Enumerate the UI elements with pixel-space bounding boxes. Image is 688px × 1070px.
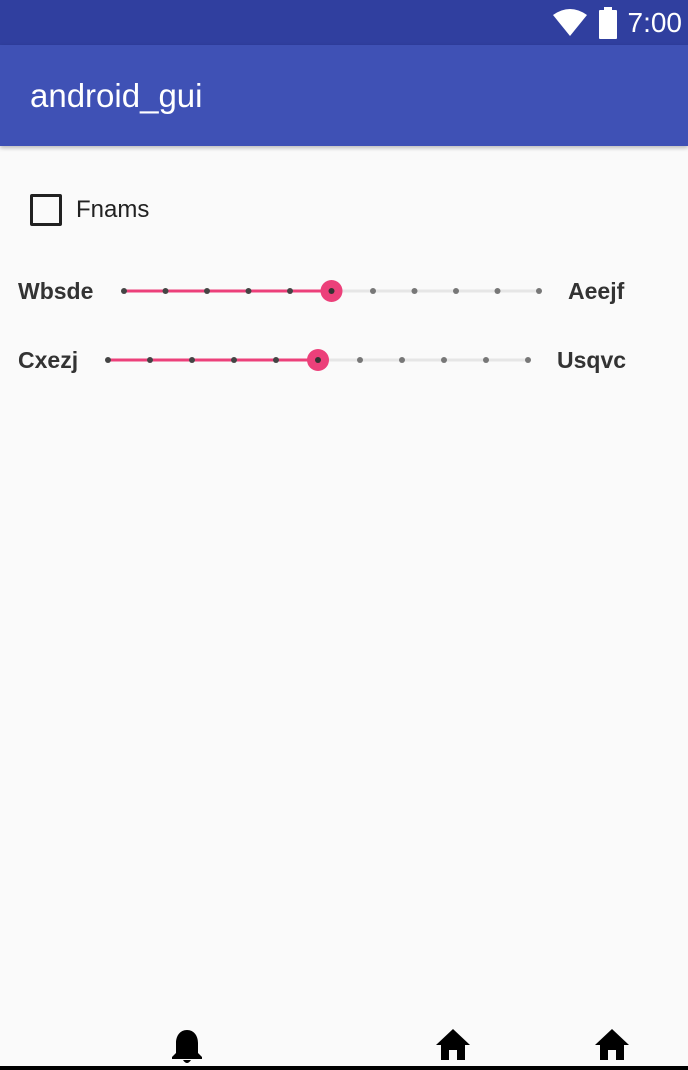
checkbox-box[interactable] [30, 194, 62, 226]
slider-min-label: Wbsde [18, 278, 94, 304]
app-title: android_gui [30, 77, 203, 114]
checkbox-label: Fnams [76, 196, 150, 223]
seekbar-tick [105, 357, 111, 363]
seekbar-tick [441, 357, 447, 363]
seekbar-tick [231, 357, 237, 363]
seekbar-tick [328, 288, 335, 294]
slider-max-label: Usqvc [557, 347, 627, 373]
seekbar-tick [287, 288, 293, 294]
seekbar-tick [411, 288, 418, 294]
app-bar: android_gui [0, 45, 688, 146]
status-bar: 7:00 [0, 0, 688, 45]
seekbar-tick [245, 288, 252, 294]
battery-icon [598, 7, 617, 39]
seekbar-tick [536, 288, 542, 294]
seekbar-tick [399, 357, 405, 363]
slider-row-cxezj: Cxezj Usqvc [0, 340, 688, 380]
home-icon[interactable] [435, 1028, 471, 1062]
slider-min-label: Cxezj [18, 347, 79, 373]
seekbar-tick [453, 288, 459, 294]
seekbar-tick [147, 357, 153, 363]
fnams-checkbox[interactable]: Fnams [30, 192, 149, 228]
seekbar-tick [162, 288, 169, 294]
seekbar-tick [357, 357, 363, 363]
seekbar-tick [121, 288, 127, 294]
slider-max-label: Aeejf [568, 278, 625, 304]
status-time: 7:00 [627, 7, 683, 38]
seekbar-tick [494, 288, 501, 294]
seekbar-tick [525, 357, 531, 363]
seekbar-tick [189, 357, 195, 363]
slider-row-wbsde: Wbsde Aeejf [0, 271, 688, 311]
wifi-icon [552, 9, 587, 36]
seekbar-tick [483, 357, 489, 363]
seekbar-tick [370, 288, 376, 294]
nav-bar-divider [0, 1066, 688, 1070]
home-icon[interactable] [594, 1028, 630, 1062]
status-icons: 7:00 [552, 6, 683, 40]
bell-icon[interactable] [170, 1028, 204, 1064]
bottom-nav-bar [0, 1020, 688, 1070]
seekbar-tick [315, 357, 321, 363]
seekbar-cxezj[interactable] [94, 340, 544, 380]
seekbar-wbsde[interactable] [110, 271, 554, 311]
seekbar-tick [273, 357, 279, 363]
seekbar-tick [204, 288, 210, 294]
